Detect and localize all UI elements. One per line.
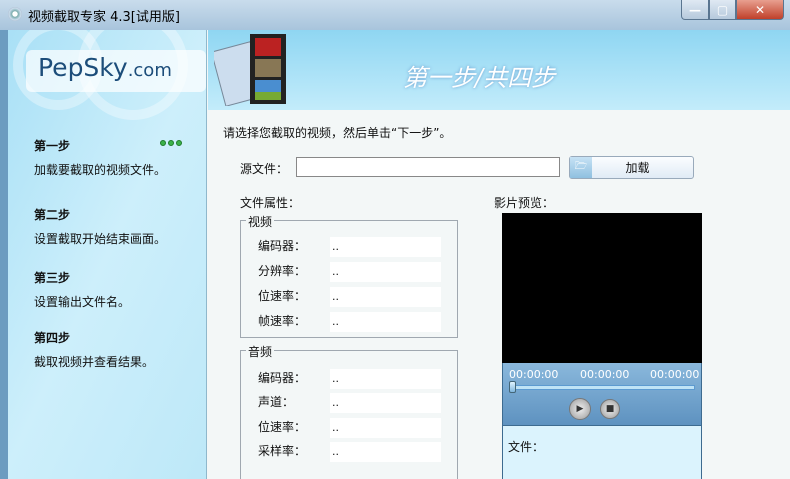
steps-sidebar: PepSky.com 第一步 加载要截取的视频文件。 第二步 设置截取开始结束画…: [8, 30, 207, 479]
client-area: PepSky.com 第一步 加载要截取的视频文件。 第二步 设置截取开始结束画…: [8, 30, 790, 479]
step-4-desc: 截取视频并查看结果。: [34, 355, 155, 369]
load-button[interactable]: 🗁 加载: [569, 156, 694, 179]
step-2-title: 第二步: [34, 208, 71, 222]
close-button[interactable]: ✕: [736, 0, 784, 20]
step-progress-title: 第一步/共四步: [403, 64, 556, 92]
video-bitrate-value: ..: [330, 287, 441, 307]
video-preview: [502, 213, 702, 363]
header-banner: 第一步/共四步: [208, 30, 790, 110]
step-2-desc: 设置截取开始结束画面。: [34, 232, 167, 246]
file-properties-label: 文件属性：: [240, 196, 301, 210]
video-group-title: 视频: [246, 213, 275, 230]
folder-icon: 🗁: [570, 157, 592, 178]
pepsky-logo: PepSky.com: [26, 50, 206, 92]
audio-channels-value: ..: [330, 393, 441, 413]
play-icon: ▶: [576, 404, 584, 414]
stop-icon: ■: [605, 404, 615, 414]
logo-brand: PepSky: [38, 53, 128, 82]
time-start: 00:00:00: [509, 368, 559, 381]
seek-slider[interactable]: [509, 385, 695, 390]
audio-channels-label: 声道：: [258, 395, 295, 409]
instruction-text: 请选择您截取的视频，然后单击“下一步”。: [223, 126, 452, 140]
minimize-button[interactable]: —: [681, 0, 709, 20]
video-resolution-value: ..: [330, 262, 441, 282]
source-file-label: 源文件：: [240, 162, 289, 176]
video-framerate-label: 帧速率：: [258, 314, 307, 328]
audio-samplerate-value: ..: [330, 442, 441, 462]
current-step-indicator: [160, 140, 182, 146]
audio-codec-value: ..: [330, 369, 441, 389]
logo-domain: .com: [127, 60, 172, 81]
step-3-title: 第三步: [34, 271, 71, 285]
stop-button[interactable]: ■: [600, 399, 620, 419]
time-end: 00:00:00: [650, 368, 700, 381]
source-file-input[interactable]: [296, 157, 560, 177]
time-current: 00:00:00: [580, 368, 630, 381]
play-button[interactable]: ▶: [569, 398, 591, 420]
file-info-panel: 文件：: [502, 425, 702, 479]
step-4-title: 第四步: [34, 331, 71, 345]
seek-slider-thumb[interactable]: [509, 381, 516, 393]
video-codec-value: ..: [330, 237, 441, 257]
window-title: 视频截取专家 4.3[试用版]: [28, 10, 180, 25]
step-3-desc: 设置输出文件名。: [34, 295, 131, 309]
audio-samplerate-label: 采样率：: [258, 444, 307, 458]
step-1-title: 第一步: [34, 139, 71, 153]
app-icon: [8, 7, 22, 21]
video-bitrate-label: 位速率：: [258, 289, 307, 303]
video-framerate-value: ..: [330, 312, 441, 332]
title-bar: 视频截取专家 4.3[试用版] — ▢ ✕: [0, 0, 790, 30]
step-1-desc: 加载要截取的视频文件。: [34, 163, 167, 177]
playback-controls: 00:00:00 00:00:00 00:00:00 ▶ ■: [502, 363, 702, 425]
audio-bitrate-label: 位速率：: [258, 420, 307, 434]
load-button-label: 加载: [625, 161, 650, 175]
audio-bitrate-value: ..: [330, 418, 441, 438]
file-label: 文件：: [508, 440, 545, 454]
video-resolution-label: 分辨率：: [258, 264, 307, 278]
film-strip-icon: [214, 34, 286, 106]
maximize-button[interactable]: ▢: [709, 0, 736, 20]
video-codec-label: 编码器：: [258, 239, 307, 253]
audio-codec-label: 编码器：: [258, 371, 307, 385]
audio-group-title: 音频: [246, 343, 275, 360]
preview-label: 影片预览：: [494, 196, 555, 210]
